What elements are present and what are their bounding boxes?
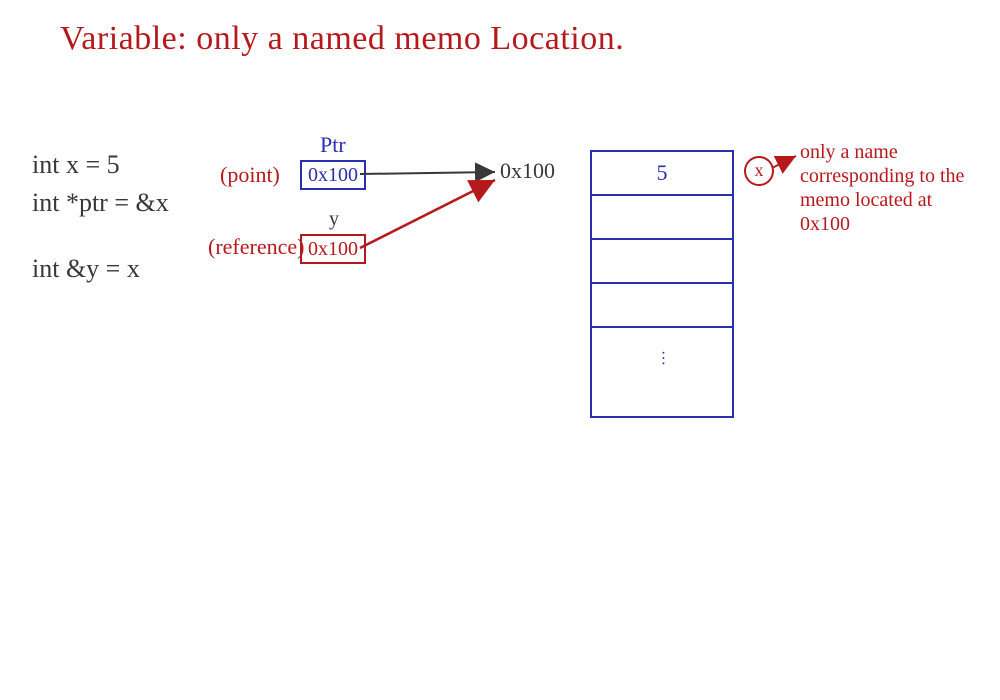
annotation-line-4: 0x100 (800, 212, 964, 236)
ref-value-box: 0x100 (300, 234, 366, 264)
address-text: 0x100 (500, 158, 555, 184)
memory-cell-3 (592, 284, 732, 328)
title-text: Variable: only a named memo Location. (60, 20, 624, 58)
code-line-3: int &y = x (32, 254, 140, 284)
arrow-layer (0, 0, 1000, 700)
ptr-label: Ptr (320, 132, 346, 158)
code-line-2: int *ptr = &x (32, 188, 169, 218)
memory-cell-4 (592, 328, 732, 416)
annotation-line-1: only a name (800, 140, 964, 164)
x-marker-circle: x (744, 156, 774, 186)
annotation-line-2: corresponding to the (800, 164, 964, 188)
memory-cell-2 (592, 240, 732, 284)
memory-ellipsis: ··· (655, 350, 669, 366)
ref-role-label: (reference) (208, 234, 304, 260)
memory-cell-1 (592, 196, 732, 240)
ptr-role-label: (point) (220, 162, 280, 188)
ptr-value-box: 0x100 (300, 160, 366, 190)
annotation-text: only a name corresponding to the memo lo… (800, 140, 964, 236)
memory-cell-0: 5 (592, 152, 732, 196)
arrow-ptr-to-address (360, 172, 495, 174)
arrow-x-to-note (772, 156, 796, 168)
arrow-ref-to-address (360, 180, 495, 248)
ref-label: y (329, 208, 339, 231)
code-line-1: int x = 5 (32, 150, 120, 180)
memory-block: 5 (590, 150, 734, 418)
annotation-line-3: memo located at (800, 188, 964, 212)
